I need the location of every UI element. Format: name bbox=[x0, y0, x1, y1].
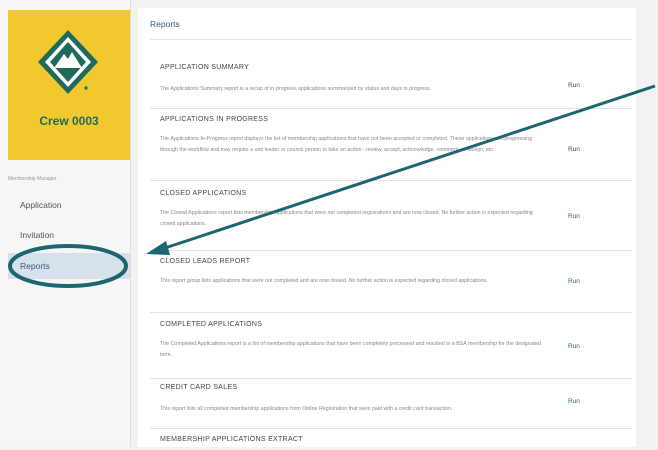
report-row-completed-applications: COMPLETED APPLICATIONS The Completed App… bbox=[150, 321, 632, 379]
report-name: CLOSED LEADS REPORT bbox=[160, 258, 251, 265]
report-description: The Closed Applications report lists mem… bbox=[160, 210, 533, 227]
report-description: The Applications In-Progress report disp… bbox=[160, 136, 533, 153]
report-row-applications-in-progress: APPLICATIONS IN PROGRESS The Application… bbox=[150, 116, 632, 181]
sidebar-item-invitation[interactable]: Invitation bbox=[8, 222, 130, 248]
run-button[interactable]: Run bbox=[568, 398, 580, 405]
reports-panel: Reports APPLICATION SUMMARY The Applicat… bbox=[138, 8, 636, 447]
run-button[interactable]: Run bbox=[568, 82, 580, 89]
sidebar-item-reports[interactable]: Reports bbox=[8, 253, 130, 279]
run-button[interactable]: Run bbox=[568, 278, 580, 285]
title-divider bbox=[150, 39, 632, 40]
run-button[interactable]: Run bbox=[568, 343, 580, 350]
run-button[interactable]: Run bbox=[568, 146, 580, 153]
crew-name: Crew 0003 bbox=[39, 114, 99, 128]
report-description: This report lists all completed membersh… bbox=[160, 406, 453, 412]
report-row-closed-applications: CLOSED APPLICATIONS The Closed Applicati… bbox=[150, 190, 632, 251]
report-row-membership-applications-extract: MEMBERSHIP APPLICATIONS EXTRACT bbox=[150, 436, 632, 450]
run-button[interactable]: Run bbox=[568, 213, 580, 220]
report-name: APPLICATION SUMMARY bbox=[160, 64, 250, 71]
crew-card: Crew 0003 bbox=[8, 10, 130, 160]
venturing-logo-icon bbox=[38, 30, 98, 94]
report-description: The Completed Applications report is a l… bbox=[160, 341, 542, 358]
report-name: COMPLETED APPLICATIONS bbox=[160, 321, 263, 328]
report-description: The Applications Summary report is a rec… bbox=[160, 86, 432, 92]
report-description: This report group lists applications tha… bbox=[160, 278, 488, 284]
report-row-closed-leads-report: CLOSED LEADS REPORT This report group li… bbox=[150, 258, 632, 313]
report-row-credit-card-sales: CREDIT CARD SALES This report lists all … bbox=[150, 384, 632, 429]
report-row-application-summary: APPLICATION SUMMARY The Applications Sum… bbox=[150, 64, 632, 109]
sidebar: Crew 0003 Membership Manager Application… bbox=[0, 0, 131, 447]
report-name: MEMBERSHIP APPLICATIONS EXTRACT bbox=[160, 436, 303, 443]
page-title: Reports bbox=[150, 19, 180, 29]
sidebar-section-label: Membership Manager bbox=[8, 176, 57, 182]
report-name: CLOSED APPLICATIONS bbox=[160, 190, 247, 197]
sidebar-item-application[interactable]: Application bbox=[8, 192, 130, 218]
report-name: APPLICATIONS IN PROGRESS bbox=[160, 116, 269, 123]
report-name: CREDIT CARD SALES bbox=[160, 384, 238, 391]
